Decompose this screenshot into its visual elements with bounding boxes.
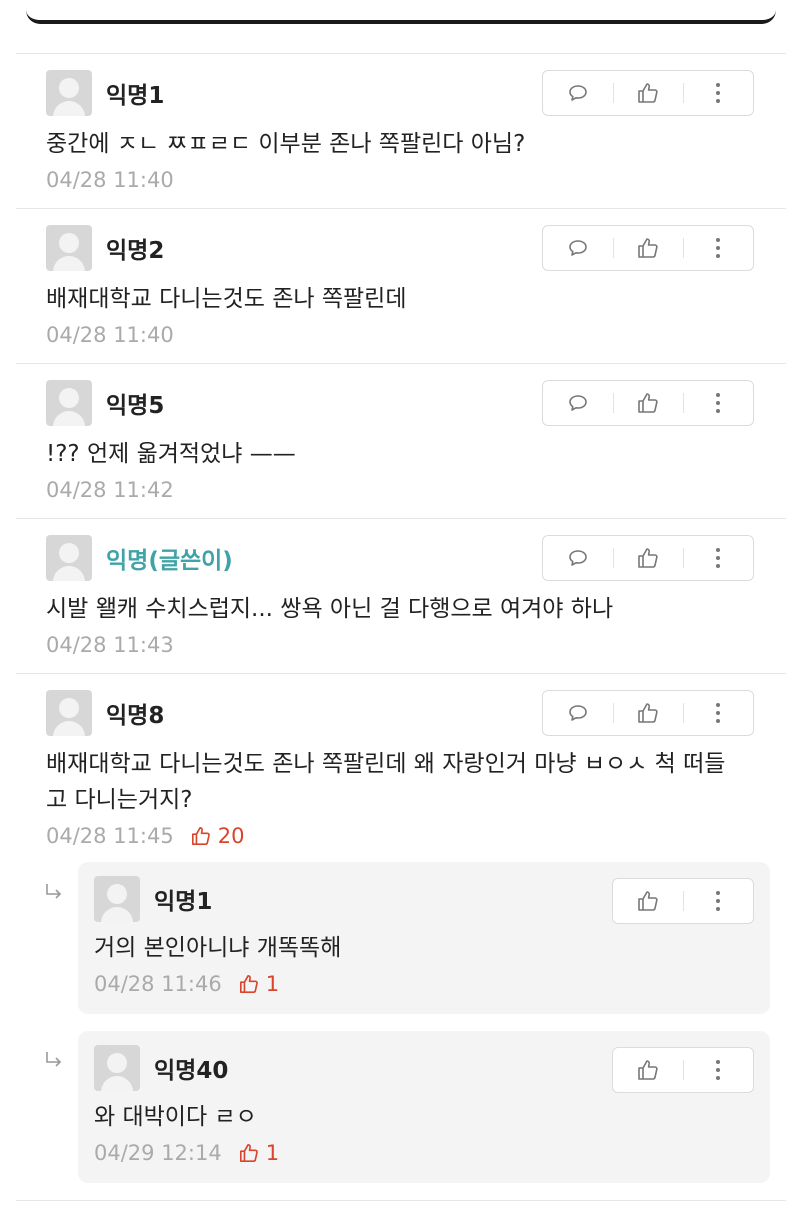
more-button[interactable] [683, 226, 753, 270]
speech-bubble-icon [569, 85, 587, 101]
like-button[interactable] [613, 71, 683, 115]
more-button[interactable] [683, 381, 753, 425]
like-button[interactable] [613, 226, 683, 270]
more-vertical-icon [716, 393, 720, 413]
reply-timestamp: 04/29 12:14 [94, 1141, 222, 1165]
comment-actions [542, 690, 754, 736]
speech-bubble-icon [569, 395, 587, 411]
reply-item: 익명1 거의 본인아니냐 개똑똑해 04/28 11:46 1 [78, 862, 770, 1014]
reply-button[interactable] [543, 691, 613, 735]
comment-item: 익명2 배재대학교 다니는것도 존나 쪽팔린데 04/28 11:40 [16, 208, 786, 363]
like-count: 20 [190, 824, 245, 848]
speech-bubble-icon [569, 550, 587, 566]
comment-timestamp: 04/28 11:40 [46, 323, 174, 347]
reply-actions [612, 878, 754, 924]
comment-timestamp: 04/28 11:45 [46, 824, 174, 848]
thumbs-up-icon [638, 393, 658, 413]
speech-bubble-icon [569, 705, 587, 721]
comment-text: 배재대학교 다니는것도 존나 쪽팔린데 [46, 286, 407, 312]
reply-arrow-icon [46, 1052, 62, 1067]
reply-item: 익명40 와 대박이다 ㄹㅇ 04/29 12:14 1 [78, 1031, 770, 1183]
comment-item: 익명(글쓴이) 시발 왤캐 수치스럽지... 쌍욕 아닌 걸 다행으로 여겨야 … [16, 518, 786, 673]
reply-text: 거의 본인아니냐 개똑똑해 [94, 935, 342, 961]
comment-timestamp: 04/28 11:43 [46, 633, 174, 657]
comment-text: 배재대학교 다니는것도 존나 쪽팔린데 왜 자랑인거 마냥 ㅂㅇㅅ 척 떠들고 … [46, 751, 726, 813]
comment-item: 익명1 중간에 ㅈㄴ ㅉㅍㄹㄷ 이부분 존나 쪽팔린다 아님? 04/28 11… [16, 53, 786, 208]
avatar [46, 690, 92, 736]
comment-actions [542, 225, 754, 271]
like-button[interactable] [613, 536, 683, 580]
like-count-value: 20 [217, 824, 245, 848]
comment-item: 익명5 !?? 언제 옮겨적었냐 —— 04/28 11:42 [16, 363, 786, 518]
reply-author: 익명1 [154, 889, 213, 915]
avatar [94, 876, 140, 922]
more-vertical-icon [716, 891, 720, 911]
comment-author: 익명1 [106, 83, 165, 109]
more-button[interactable] [683, 71, 753, 115]
thumbs-up-icon [638, 83, 658, 103]
more-button[interactable] [683, 1048, 753, 1092]
avatar [46, 70, 92, 116]
reply-arrow-icon [46, 884, 62, 899]
device-top-bezel [26, 0, 776, 24]
comment-actions [542, 70, 754, 116]
thumbs-up-icon [638, 703, 658, 723]
avatar [94, 1045, 140, 1091]
thumbs-up-icon [239, 975, 258, 993]
thumbs-up-icon [191, 827, 210, 845]
comment-author: 익명2 [106, 238, 165, 264]
comment-text: 중간에 ㅈㄴ ㅉㅍㄹㄷ 이부분 존나 쪽팔린다 아님? [46, 131, 526, 157]
like-button[interactable] [613, 1048, 683, 1092]
more-button[interactable] [683, 879, 753, 923]
comment-text: 시발 왤캐 수치스럽지... 쌍욕 아닌 걸 다행으로 여겨야 하나 [46, 596, 614, 622]
reply-author: 익명40 [154, 1058, 229, 1084]
more-button[interactable] [683, 691, 753, 735]
comment-text: !?? 언제 옮겨적었냐 —— [46, 441, 296, 467]
reply-actions [612, 1047, 754, 1093]
comment-author-op: 익명(글쓴이) [106, 548, 233, 574]
reply-text: 와 대박이다 ㄹㅇ [94, 1104, 257, 1130]
reply-button[interactable] [543, 536, 613, 580]
comment-author: 익명8 [106, 703, 165, 729]
comment-author: 익명5 [106, 393, 165, 419]
like-count: 1 [238, 972, 279, 996]
more-vertical-icon [716, 238, 720, 258]
reply-button[interactable] [543, 226, 613, 270]
thumbs-up-icon [638, 891, 658, 911]
divider [16, 1200, 786, 1201]
comment-timestamp: 04/28 11:42 [46, 478, 174, 502]
comment-actions [542, 535, 754, 581]
speech-bubble-icon [569, 240, 587, 256]
thumbs-up-icon [638, 238, 658, 258]
like-count-value: 1 [265, 972, 280, 996]
more-vertical-icon [716, 1060, 720, 1080]
more-vertical-icon [716, 703, 720, 723]
like-count-value: 1 [265, 1141, 280, 1165]
reply-button[interactable] [543, 381, 613, 425]
comment-actions [542, 380, 754, 426]
thumbs-up-icon [239, 1144, 258, 1162]
avatar [46, 380, 92, 426]
avatar [46, 535, 92, 581]
comment-timestamp: 04/28 11:40 [46, 168, 174, 192]
like-count: 1 [238, 1141, 279, 1165]
like-button[interactable] [613, 879, 683, 923]
more-vertical-icon [716, 548, 720, 568]
avatar [46, 225, 92, 271]
thumbs-up-icon [638, 1060, 658, 1080]
reply-timestamp: 04/28 11:46 [94, 972, 222, 996]
reply-button[interactable] [543, 71, 613, 115]
more-button[interactable] [683, 536, 753, 580]
like-button[interactable] [613, 381, 683, 425]
like-button[interactable] [613, 691, 683, 735]
thumbs-up-icon [638, 548, 658, 568]
more-vertical-icon [716, 83, 720, 103]
